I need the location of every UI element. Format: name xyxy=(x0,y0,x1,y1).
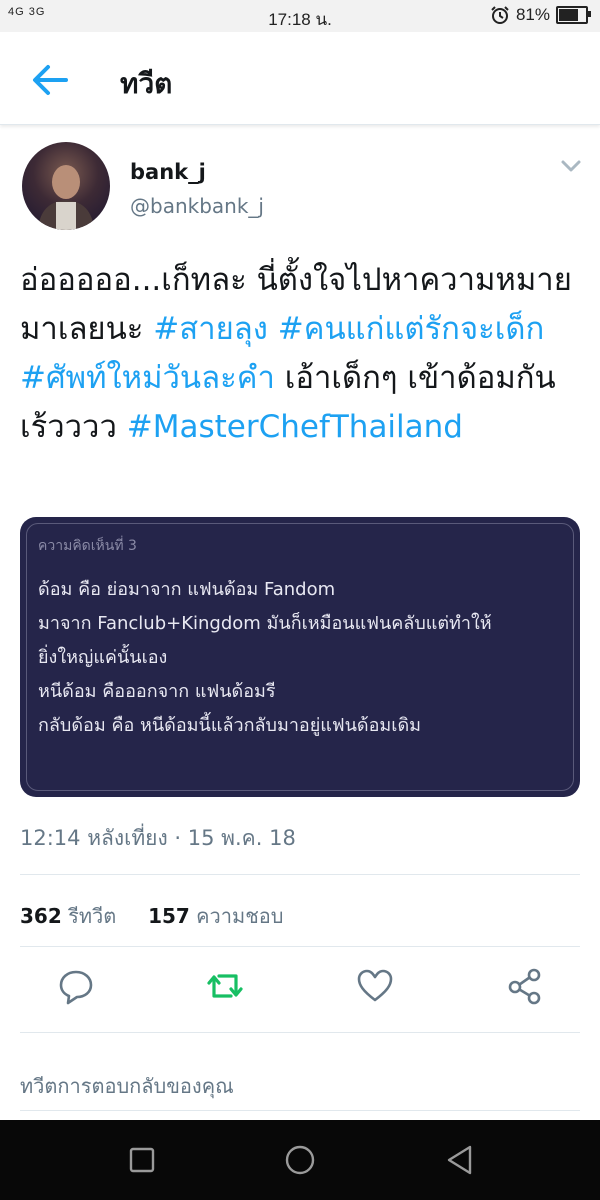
divider xyxy=(20,874,580,875)
tweet-stats: 362 รีทวีต 157 ความชอบ xyxy=(20,900,283,932)
attached-image-header: ความคิดเห็นที่ 3 xyxy=(38,538,137,554)
battery-fill xyxy=(559,9,579,21)
tweet-text-segment xyxy=(268,311,278,347)
arrow-left-icon[interactable] xyxy=(28,60,72,100)
attached-line: ด้อม คือ ย่อมาจาก แฟนด้อม Fandom xyxy=(38,579,336,600)
like-label[interactable]: ความชอบ xyxy=(196,904,283,928)
author-handle[interactable]: @bankbank_j xyxy=(130,194,264,218)
retweet-icon[interactable] xyxy=(205,966,245,1006)
retweet-count[interactable]: 362 xyxy=(20,904,62,928)
divider xyxy=(20,1032,580,1033)
hashtag-link[interactable]: #สายลุง xyxy=(153,311,268,347)
status-bar: 4G 3G 17:18 น. 81% xyxy=(0,0,600,32)
hashtag-link[interactable]: #MasterChefThailand xyxy=(127,409,463,445)
navigation-bar xyxy=(0,1120,600,1200)
avatar-image xyxy=(38,165,94,230)
alarm-clock-icon xyxy=(491,6,509,24)
hashtag-link[interactable]: #ศัพท์ใหม่วันละคำ xyxy=(20,360,275,396)
retweet-label[interactable]: รีทวีต xyxy=(68,904,116,928)
attached-line: กลับด้อม คือ หนีด้อมนี้แล้วกลับมาอยู่แฟน… xyxy=(38,715,422,736)
recent-apps-icon[interactable] xyxy=(122,1140,162,1180)
battery-percent: 81% xyxy=(515,5,550,24)
status-right: 81% xyxy=(490,5,591,25)
reply-underline xyxy=(20,1110,580,1111)
attached-line: มาจาก Fanclub+Kingdom มันก็เหมือนแฟนคลับ… xyxy=(38,613,492,634)
avatar[interactable] xyxy=(22,142,110,230)
battery-icon xyxy=(556,6,591,24)
divider xyxy=(20,946,580,947)
attached-image[interactable]: ความคิดเห็นที่ 3 ด้อม คือ ย่อมาจาก แฟนด้… xyxy=(20,517,580,797)
reply-input[interactable]: ทวีตการตอบกลับของคุณ xyxy=(20,1070,234,1102)
back-triangle-icon[interactable] xyxy=(440,1140,480,1180)
tweet-text: อ่อออออ...เก็ทละ นี่ตั้งใจไปหาความหมายมา… xyxy=(20,256,580,452)
reply-bubble-icon[interactable] xyxy=(56,966,96,1006)
tweet-timestamp: 12:14 หลังเที่ยง · 15 พ.ค. 18 xyxy=(20,826,296,850)
attached-image-text: ด้อม คือ ย่อมาจาก แฟนด้อม Fandom มาจาก F… xyxy=(38,573,566,743)
app-bar: ทวีต xyxy=(0,32,600,125)
like-count[interactable]: 157 xyxy=(148,904,190,928)
page-title: ทวีต xyxy=(120,67,173,100)
chevron-down-icon[interactable] xyxy=(560,158,582,174)
hashtag-link[interactable]: #คนแก่แต่รักจะเด็ก xyxy=(278,311,545,347)
attached-line: หนีด้อม คือออกจาก แฟนด้อมรี xyxy=(38,681,276,702)
share-icon[interactable] xyxy=(505,966,545,1006)
author-name[interactable]: bank_j xyxy=(130,160,206,184)
heart-icon[interactable] xyxy=(355,966,395,1006)
attached-line: ยิ่งใหญ่แค่นั้นเอง xyxy=(38,647,168,668)
tweet-actions xyxy=(0,966,600,1014)
home-icon[interactable] xyxy=(280,1140,320,1180)
